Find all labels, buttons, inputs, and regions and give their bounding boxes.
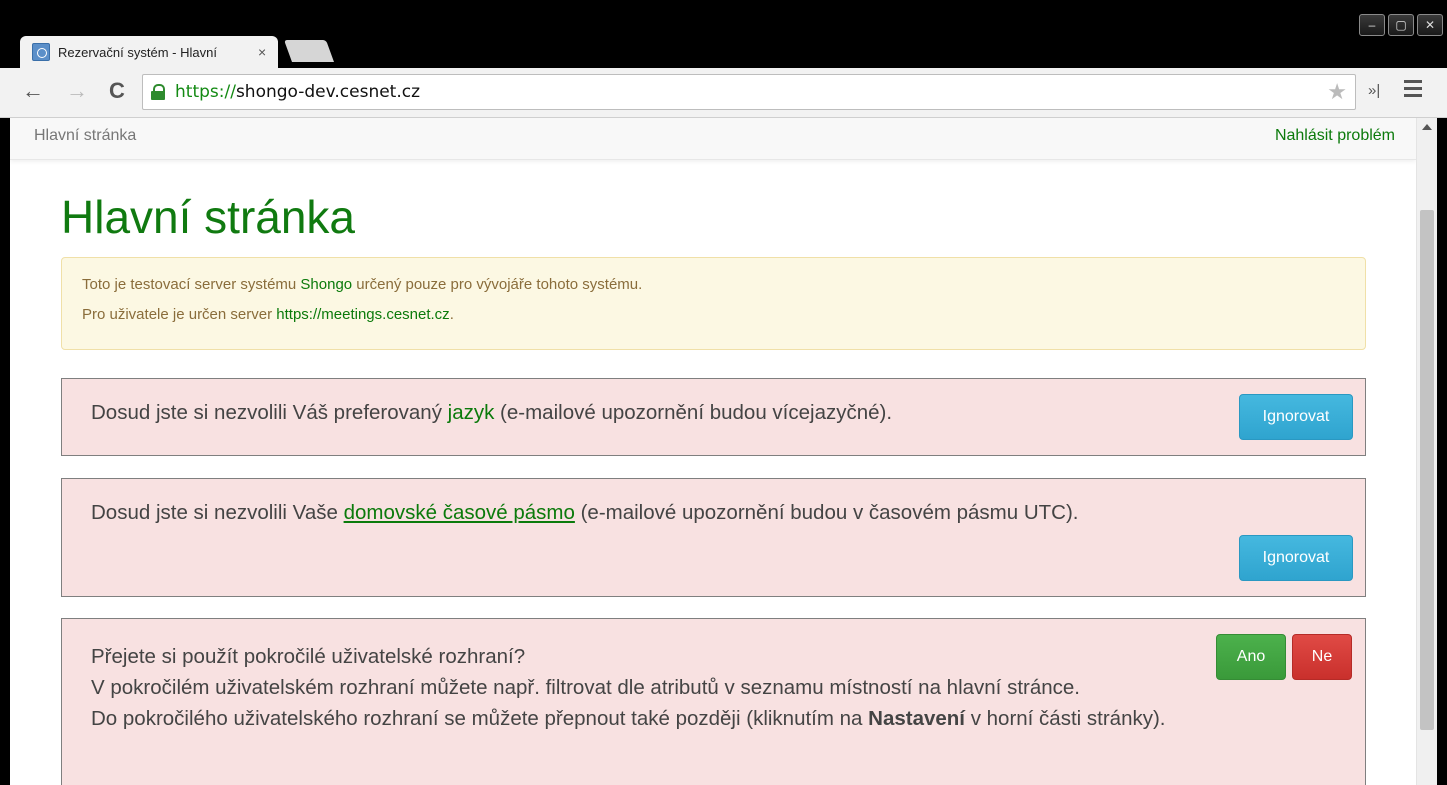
- timezone-link[interactable]: domovské časové pásmo: [344, 501, 575, 524]
- ignore-timezone-button[interactable]: Ignorovat: [1239, 535, 1353, 581]
- url-host: shongo-dev.cesnet.cz: [235, 82, 421, 102]
- advanced-ui-question: Přejete si použít pokročilé uživatelské …: [91, 645, 526, 668]
- alert-text: (e-mailové upozornění budou vícejazyčné)…: [494, 401, 893, 424]
- site-favicon-icon: [32, 43, 50, 61]
- window-titlebar: Rezervační systém - Hlavní × – ▢ ✕: [0, 0, 1447, 68]
- address-bar[interactable]: https://shongo-dev.cesnet.cz ★: [142, 74, 1356, 110]
- window-controls: – ▢ ✕: [1359, 14, 1443, 36]
- reload-icon[interactable]: C: [104, 78, 130, 104]
- new-tab-button[interactable]: [283, 40, 335, 62]
- timezone-alert: Dosud jste si nezvolili Vaše domovské ča…: [61, 478, 1366, 597]
- language-alert-message: Dosud jste si nezvolili Váš preferovaný …: [91, 401, 892, 425]
- warning-text: .: [449, 306, 454, 323]
- advanced-ui-description: V pokročilém uživatelském rozhraní můžet…: [91, 676, 1080, 699]
- language-alert: Dosud jste si nezvolili Váš preferovaný …: [61, 378, 1366, 456]
- browser-tab-active[interactable]: Rezervační systém - Hlavní ×: [20, 36, 278, 68]
- url-scheme: https://: [175, 82, 236, 102]
- advanced-ui-message: Přejete si použít pokročilé uživatelské …: [91, 641, 1191, 734]
- advanced-ui-hint: Do pokročilého uživatelského rozhraní se…: [91, 703, 1191, 734]
- advanced-ui-no-button[interactable]: Ne: [1292, 634, 1352, 680]
- minimize-icon[interactable]: –: [1359, 14, 1385, 36]
- alert-text: Dosud jste si nezvolili Vaše: [91, 501, 344, 524]
- tab-title: Rezervační systém - Hlavní: [58, 44, 217, 60]
- scrollbar-thumb[interactable]: [1420, 210, 1434, 730]
- nav-home-link[interactable]: Hlavní stránka: [34, 127, 136, 145]
- advanced-ui-yes-button[interactable]: Ano: [1216, 634, 1286, 680]
- vertical-scrollbar[interactable]: [1416, 118, 1437, 785]
- browser-toolbar: ← → C https://shongo-dev.cesnet.cz ★ »|: [0, 68, 1447, 118]
- top-navbar: Hlavní stránka Nahlásit problém: [10, 118, 1416, 160]
- alert-text: v horní části stránky).: [965, 707, 1166, 730]
- back-arrow-icon[interactable]: ←: [20, 78, 46, 104]
- warning-text: určený pouze pro vývojáře tohoto systému…: [352, 276, 643, 293]
- alert-text: Do pokročilého uživatelského rozhraní se…: [91, 707, 869, 730]
- close-window-icon[interactable]: ✕: [1417, 14, 1443, 36]
- language-link[interactable]: jazyk: [448, 401, 495, 424]
- warning-text: Toto je testovací server systému: [82, 276, 301, 293]
- shongo-link[interactable]: Shongo: [300, 276, 352, 293]
- page-title: Hlavní stránka: [61, 191, 356, 243]
- page-viewport: Hlavní stránka Nahlásit problém Hlavní s…: [10, 118, 1416, 785]
- tab-close-icon[interactable]: ×: [258, 44, 266, 60]
- forward-arrow-icon[interactable]: →: [64, 78, 90, 104]
- lock-icon: [151, 84, 165, 100]
- warning-line-1: Toto je testovací server systému Shongo …: [82, 276, 1345, 293]
- bookmark-star-icon[interactable]: ★: [1327, 80, 1347, 105]
- maximize-icon[interactable]: ▢: [1388, 14, 1414, 36]
- hamburger-menu-icon[interactable]: [1404, 80, 1422, 101]
- meetings-server-link[interactable]: https://meetings.cesnet.cz: [276, 306, 449, 323]
- report-problem-link[interactable]: Nahlásit problém: [1275, 127, 1395, 145]
- alert-text: (e-mailové upozornění budou v časovém pá…: [574, 501, 1079, 524]
- warning-line-2: Pro uživatele je určen server https://me…: [82, 306, 1345, 323]
- extensions-overflow-icon[interactable]: »|: [1368, 82, 1380, 99]
- window-border: [1437, 118, 1447, 785]
- advanced-ui-alert: Přejete si použít pokročilé uživatelské …: [61, 618, 1366, 785]
- timezone-alert-message: Dosud jste si nezvolili Vaše domovské ča…: [91, 501, 1079, 525]
- ignore-language-button[interactable]: Ignorovat: [1239, 394, 1353, 440]
- test-server-warning: Toto je testovací server systému Shongo …: [61, 257, 1366, 350]
- settings-label: Nastavení: [868, 707, 965, 730]
- alert-text: Dosud jste si nezvolili Váš preferovaný: [91, 401, 448, 424]
- warning-text: Pro uživatele je určen server: [82, 306, 277, 323]
- scroll-up-icon[interactable]: [1422, 124, 1432, 130]
